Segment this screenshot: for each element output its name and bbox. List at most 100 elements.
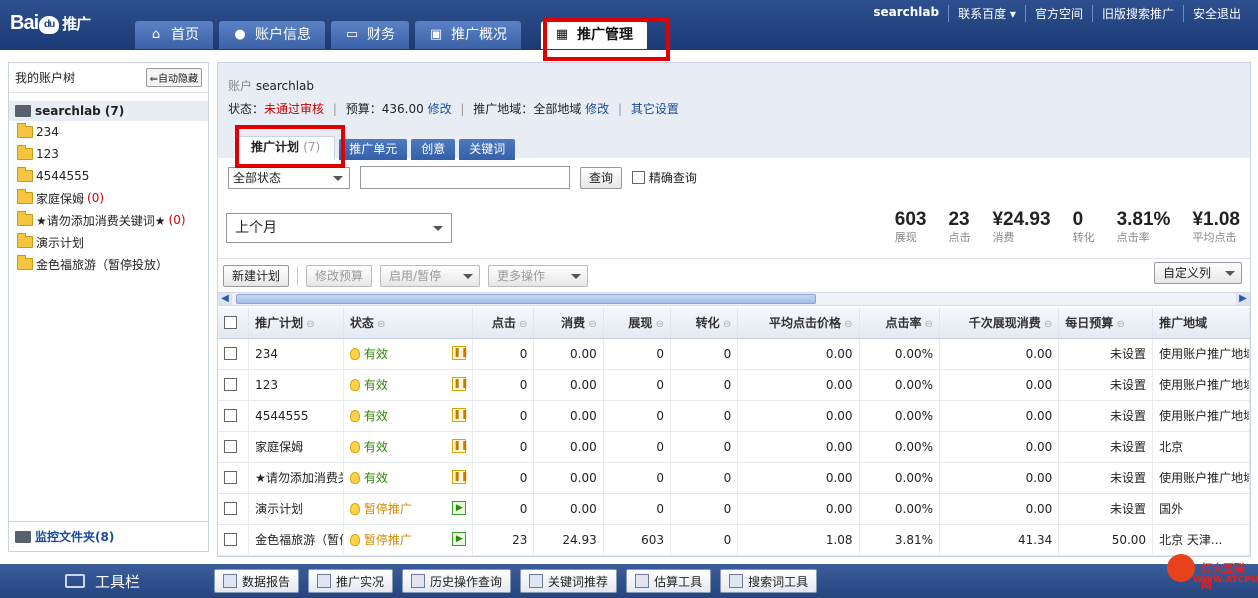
top-link-2[interactable]: 官方空间	[1024, 5, 1092, 22]
pause-icon[interactable]: ❚❚	[452, 439, 468, 453]
top-link-1[interactable]: 联系百度 ▾	[948, 5, 1025, 22]
column-header[interactable]: 平均点击价格 ⊖	[737, 308, 860, 339]
row-checkbox[interactable]	[218, 493, 250, 525]
top-link-0[interactable]: searchlab	[864, 5, 948, 22]
table-row[interactable]: 演示计划 暂停推广 ▶ 0 0.00 0 0 0.00 0.00% 0.00 未设置 国外	[218, 493, 1250, 525]
top-link-3[interactable]: 旧版搜索推广	[1091, 5, 1183, 22]
column-header[interactable]: 推广地域	[1152, 308, 1250, 339]
scroll-left-icon[interactable]: ◀	[218, 293, 232, 305]
cell-ctr: 0.00%	[859, 338, 941, 370]
cell-cost: 0.00	[533, 369, 604, 401]
modify-budget-link[interactable]: 修改	[428, 102, 452, 116]
new-plan-button[interactable]: 新建计划	[223, 264, 290, 287]
plan-name[interactable]: 家庭保姆	[248, 431, 344, 463]
report-button[interactable]: 数据报告	[214, 569, 300, 593]
tab-nav-0[interactable]: ⌂ 首页	[135, 21, 213, 49]
sidebar-item[interactable]: 4544555	[9, 165, 208, 187]
pause-icon[interactable]: ❚❚	[452, 377, 468, 391]
modify-region-link[interactable]: 修改	[585, 102, 609, 116]
pause-icon[interactable]: ❚❚	[452, 470, 468, 484]
pause-icon[interactable]: ❚❚	[452, 346, 468, 360]
keyword-button[interactable]: 关键词推荐	[520, 569, 618, 593]
live-button[interactable]: 推广实况	[308, 569, 394, 593]
tab-unit[interactable]: 推广单元	[339, 139, 408, 160]
table-row[interactable]: ★请勿添加消费关键词★有效❚❚00.00000.000.00%0.00未设置使用…	[218, 462, 1250, 494]
table-row[interactable]: 4544555 有效 ❚❚ 0 0.00 0 0 0.00 0.00% 0.00 未设置 使用账户推广…	[218, 400, 1250, 432]
cell-cpc: 0.00	[737, 400, 860, 432]
tab-keyword[interactable]: 关键词	[459, 139, 516, 160]
row-checkbox[interactable]	[218, 338, 250, 370]
search-input[interactable]	[360, 166, 570, 189]
column-header[interactable]: 每日预算 ⊖	[1058, 308, 1154, 339]
column-header[interactable]: 转化 ⊖	[670, 308, 739, 339]
play-icon[interactable]: ▶	[452, 532, 467, 546]
scroll-right-icon[interactable]: ▶	[1236, 293, 1250, 305]
plan-name[interactable]: 演示计划	[248, 493, 344, 525]
sidebar-item[interactable]: 家庭保姆 (0)	[9, 187, 208, 209]
row-checkbox[interactable]	[218, 400, 250, 432]
folder-icon	[17, 145, 33, 160]
status-select[interactable]: 全部状态	[228, 166, 350, 189]
plan-name[interactable]: ★请勿添加消费关键词★	[248, 462, 344, 494]
row-checkbox[interactable]	[218, 369, 250, 401]
searchword-button[interactable]: 搜索词工具	[720, 569, 818, 593]
autohide-button[interactable]: ⇐自动隐藏	[145, 68, 202, 87]
pause-icon[interactable]: ❚❚	[452, 408, 468, 422]
table-row[interactable]: 234 有效 ❚❚ 0 0.00 0 0 0.00 0.00% 0.00 未设置 使用账户推广地域	[218, 338, 1250, 370]
more-actions-select[interactable]: 更多操作	[488, 264, 589, 287]
select-all-checkbox[interactable]	[218, 308, 250, 339]
column-header[interactable]: 点击率 ⊖	[859, 308, 941, 339]
estimate-button[interactable]: 估算工具	[626, 569, 712, 593]
sidebar-item[interactable]: 演示计划	[9, 231, 208, 253]
exact-query-checkbox[interactable]: 精确查询	[632, 169, 697, 186]
row-checkbox[interactable]	[218, 431, 250, 463]
tab-nav-3[interactable]: ▣ 推广概况	[415, 21, 521, 49]
chart-icon: ▣	[429, 27, 443, 42]
row-checkbox[interactable]	[218, 524, 250, 556]
row-checkbox[interactable]	[218, 462, 250, 494]
column-header[interactable]: 状态 ⊖	[343, 308, 474, 339]
report-icon	[223, 574, 237, 588]
folder-icon	[17, 189, 33, 204]
history-button[interactable]: 历史操作查询	[402, 569, 512, 593]
table-row[interactable]: 金色福旅游（暂停投放）暂停推广▶2324.9360301.083.81%41.3…	[218, 524, 1250, 556]
plan-name[interactable]: 4544555	[248, 400, 344, 432]
column-header[interactable]: 千次展现消费 ⊖	[939, 308, 1060, 339]
table-row[interactable]: 123 有效 ❚❚ 0 0.00 0 0 0.00 0.00% 0.00 未设置 使用账户推广地域	[218, 369, 1250, 401]
column-header[interactable]: 推广计划 ⊖	[248, 308, 344, 339]
horizontal-scrollbar[interactable]: ◀ ▶	[218, 292, 1250, 306]
plan-name[interactable]: 金色福旅游（暂停投放）	[248, 524, 344, 556]
cell-impr: 0	[603, 493, 671, 525]
tab-nav-1[interactable]: ● 账户信息	[219, 21, 325, 49]
query-button[interactable]: 查询	[580, 166, 623, 189]
table-row[interactable]: 家庭保姆 有效 ❚❚ 0 0.00 0 0 0.00 0.00% 0.00 未设置 北京	[218, 431, 1250, 463]
modify-budget-button[interactable]: 修改预算	[306, 264, 373, 287]
sidebar-item[interactable]: 金色福旅游（暂停投放）	[9, 253, 208, 275]
toolbox[interactable]: 工具栏	[0, 571, 205, 592]
enable-pause-select[interactable]: 启用/暂停	[380, 264, 481, 287]
play-icon[interactable]: ▶	[452, 501, 467, 515]
period-select[interactable]: 上个月	[226, 213, 452, 243]
tab-nav-2[interactable]: ▭ 财务	[331, 21, 409, 49]
sidebar-root-account[interactable]: searchlab (7)	[9, 101, 208, 121]
cell-cost: 0.00	[533, 431, 604, 463]
column-header[interactable]: 展现 ⊖	[603, 308, 671, 339]
bulb-icon	[349, 472, 360, 484]
scroll-thumb[interactable]	[236, 294, 816, 304]
top-link-4[interactable]: 安全退出	[1182, 5, 1250, 22]
column-header[interactable]: 点击 ⊖	[472, 308, 535, 339]
monitor-folder[interactable]: 监控文件夹(8)	[9, 521, 208, 551]
column-header[interactable]: 消费 ⊖	[533, 308, 604, 339]
other-settings-link[interactable]: 其它设置	[631, 102, 679, 116]
sidebar-item[interactable]: ★请勿添加消费关键词★ (0)	[9, 209, 208, 231]
cell-ctr: 0.00%	[859, 431, 941, 463]
plan-name[interactable]: 123	[248, 369, 344, 401]
custom-columns-select[interactable]: 自定义列	[1154, 262, 1242, 284]
plan-name[interactable]: 234	[248, 338, 344, 370]
cell-impr: 0	[603, 338, 671, 370]
tab-creative[interactable]: 创意	[411, 139, 456, 160]
cell-region: 北京	[1152, 431, 1250, 463]
sidebar-item[interactable]: 234	[9, 121, 208, 143]
sidebar-item[interactable]: 123	[9, 143, 208, 165]
baidu-logo[interactable]: Bai du 推广	[10, 12, 91, 35]
